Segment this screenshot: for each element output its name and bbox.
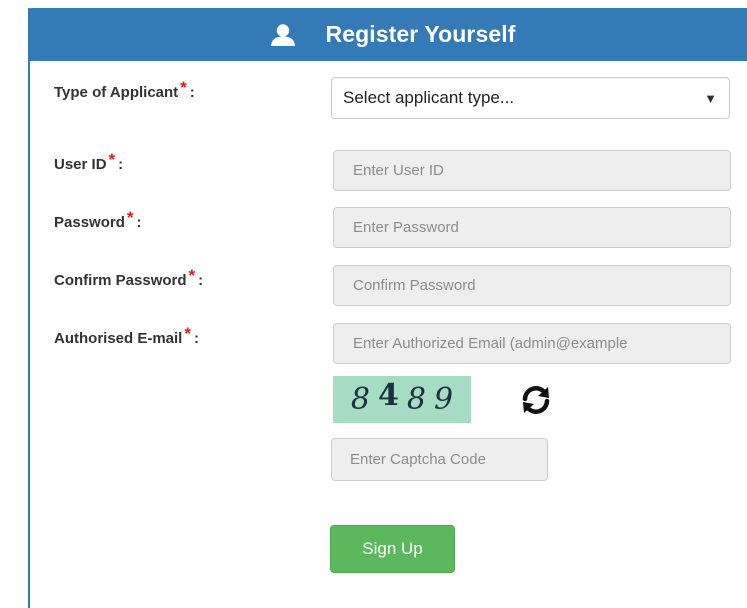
confirm-password-label: Confirm Password *: (54, 266, 204, 290)
captcha-image: 8 4 8 9 (333, 376, 471, 423)
applicant-type-label-text: Type of Applicant (54, 84, 179, 101)
required-asterisk: * (108, 150, 116, 169)
applicant-type-select[interactable]: Select applicant type... ▼ (331, 77, 730, 119)
captcha-input[interactable] (331, 438, 548, 481)
confirm-password-label-text: Confirm Password (54, 272, 187, 289)
panel-header: Register Yourself (28, 8, 747, 61)
captcha-char: 4 (378, 378, 399, 413)
password-label: Password *: (54, 208, 142, 232)
label-colon: : (198, 272, 204, 289)
user-icon (271, 23, 296, 46)
required-asterisk: * (184, 324, 191, 343)
captcha-char: 9 (433, 382, 454, 417)
label-colon: : (193, 330, 199, 347)
user-id-input[interactable] (333, 150, 731, 191)
confirm-password-input[interactable] (333, 265, 731, 306)
email-label-text: Authorised E-mail (54, 330, 183, 347)
user-id-label: User ID *: (54, 150, 124, 174)
label-colon: : (118, 156, 124, 173)
caret-down-icon: ▼ (704, 90, 717, 106)
required-asterisk: * (188, 266, 196, 285)
email-label: Authorised E-mail *: (54, 324, 199, 348)
applicant-type-label: Type of Applicant *: (54, 78, 195, 102)
email-input[interactable] (333, 323, 731, 364)
captcha-char: 8 (406, 382, 426, 417)
required-asterisk: * (180, 78, 187, 97)
refresh-icon[interactable] (520, 385, 552, 415)
password-label-text: Password (54, 214, 125, 231)
label-colon: : (136, 214, 142, 231)
applicant-type-selected-value: Select applicant type... (343, 88, 515, 107)
captcha-char: 8 (350, 382, 371, 417)
label-colon: : (189, 84, 195, 101)
sign-up-button[interactable]: Sign Up (330, 525, 455, 573)
panel-title: Register Yourself (325, 21, 516, 47)
required-asterisk: * (126, 208, 134, 227)
password-input[interactable] (333, 207, 731, 248)
user-id-label-text: User ID (54, 156, 107, 173)
